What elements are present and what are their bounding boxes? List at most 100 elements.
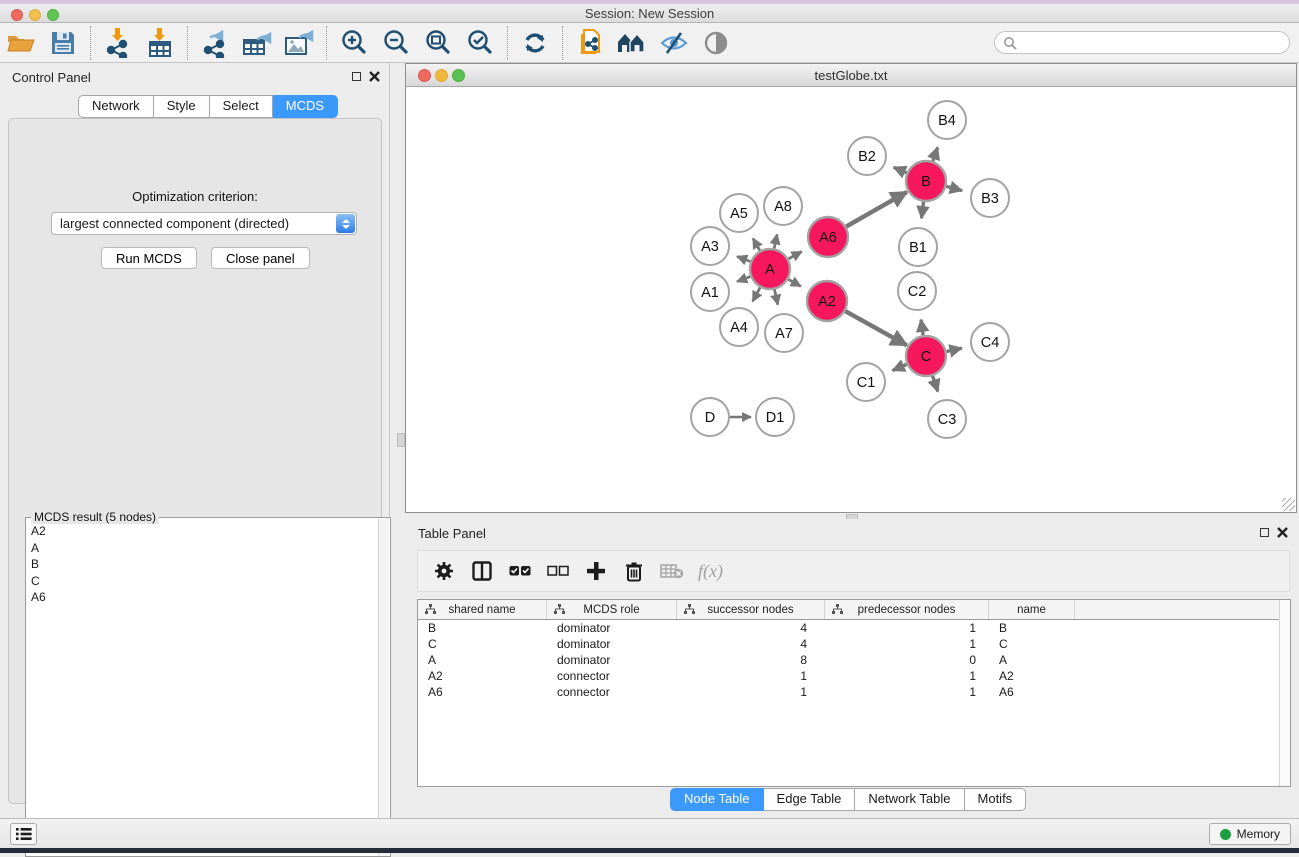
graph-edge-C-C4[interactable] — [947, 348, 962, 351]
new-network-from-selection-icon[interactable] — [569, 26, 611, 60]
graph-edge-A-A5[interactable] — [753, 238, 760, 250]
fx-label: f(x) — [698, 561, 723, 582]
close-panel-button[interactable]: Close panel — [211, 247, 310, 269]
export-image-icon[interactable] — [278, 26, 320, 60]
zoom-in-icon[interactable] — [333, 26, 375, 60]
table-scrollbar[interactable] — [1279, 600, 1290, 786]
mcds-result-item[interactable]: C — [31, 573, 378, 590]
graph-edge-C-C3[interactable] — [933, 376, 938, 392]
hide-panels-icon[interactable] — [653, 26, 695, 60]
column-header-mcds-role[interactable]: MCDS role — [547, 600, 677, 619]
toggle-pane-mode-icon[interactable] — [470, 559, 494, 583]
column-header-filler — [1075, 600, 1290, 619]
tab-edge-table[interactable]: Edge Table — [764, 788, 856, 811]
graph-edge-B-B4[interactable] — [933, 147, 938, 161]
add-column-icon[interactable] — [584, 559, 608, 583]
graph-edge-C-C1[interactable] — [893, 364, 907, 370]
tab-motifs[interactable]: Motifs — [965, 788, 1027, 811]
select-all-icon[interactable] — [508, 559, 532, 583]
delete-table-icon[interactable] — [660, 559, 684, 583]
export-network-icon[interactable] — [194, 26, 236, 60]
graph-edge-A-A2[interactable] — [788, 279, 801, 286]
graph-edge-A-A7[interactable] — [775, 290, 778, 305]
mcds-result-item[interactable]: A2 — [31, 523, 378, 540]
graph-edge-A-A4[interactable] — [753, 288, 760, 302]
table-cell: connector — [547, 684, 677, 700]
import-table-icon[interactable] — [139, 26, 181, 60]
sort-hierarchy-icon — [425, 604, 436, 615]
sort-hierarchy-icon — [554, 604, 565, 615]
memory-button[interactable]: Memory — [1209, 823, 1291, 845]
table-panel: Table Panel f(x) — [391, 519, 1299, 818]
toolbar-separator — [90, 26, 91, 60]
export-table-icon[interactable] — [236, 26, 278, 60]
table-row[interactable]: Adominator80A — [418, 652, 1290, 668]
mcds-tab-content: Optimization criterion: largest connecte… — [8, 118, 382, 804]
tab-network-table[interactable]: Network Table — [855, 788, 964, 811]
float-panel-icon[interactable] — [352, 72, 361, 81]
table-cell: A — [418, 652, 547, 668]
table-row[interactable]: Cdominator41C — [418, 636, 1290, 652]
vertical-splitter-handle[interactable] — [397, 433, 405, 447]
zoom-selected-icon[interactable] — [459, 26, 501, 60]
graph-edge-C-C2[interactable] — [921, 320, 923, 336]
home-view-icon[interactable] — [611, 26, 653, 60]
table-cell-filler — [1075, 668, 1290, 684]
close-panel-icon[interactable] — [369, 71, 380, 82]
graph-edge-A-A3[interactable] — [737, 256, 750, 261]
table-row[interactable]: A2connector11A2 — [418, 668, 1290, 684]
delete-columns-trash-icon[interactable] — [622, 559, 646, 583]
column-header-predecessor-nodes[interactable]: predecessor nodes — [825, 600, 989, 619]
memory-status-icon — [1220, 829, 1231, 840]
refresh-icon[interactable] — [514, 26, 556, 60]
result-scrollbar[interactable] — [378, 519, 389, 855]
network-graph[interactable]: B4B2BB3A8A5A6A3B1AA1C2A2A4A7C4CC1DD1C3 — [406, 87, 1296, 512]
graph-node-label: A6 — [819, 230, 837, 246]
mcds-result-item[interactable]: B — [31, 556, 378, 573]
graph-edge-A6-B[interactable] — [846, 192, 907, 227]
column-header-name[interactable]: name — [989, 600, 1075, 619]
table-row[interactable]: A6connector11A6 — [418, 684, 1290, 700]
tab-style[interactable]: Style — [154, 95, 210, 118]
tab-node-table[interactable]: Node Table — [670, 788, 764, 811]
float-panel-icon[interactable] — [1260, 528, 1269, 537]
table-cell: dominator — [547, 636, 677, 652]
mcds-result-item[interactable]: A — [31, 540, 378, 557]
table-row[interactable]: Bdominator41B — [418, 620, 1290, 636]
tab-network[interactable]: Network — [78, 95, 154, 118]
deselect-all-icon[interactable] — [546, 559, 570, 583]
function-builder-icon[interactable]: f(x) — [698, 559, 723, 583]
run-mcds-button[interactable]: Run MCDS — [101, 247, 197, 269]
show-panel-icon[interactable] — [695, 26, 737, 60]
graph-edge-B-B1[interactable] — [922, 202, 924, 218]
graph-edge-B-B3[interactable] — [946, 186, 962, 190]
mcds-result-item[interactable]: A6 — [31, 589, 378, 606]
zoom-fit-icon[interactable] — [417, 26, 459, 60]
graph-edge-B-B2[interactable] — [894, 167, 907, 173]
graph-edge-A-A8[interactable] — [774, 234, 777, 248]
mcds-result-list: A2ABCA6 — [27, 520, 378, 855]
zoom-out-icon[interactable] — [375, 26, 417, 60]
graph-edge-A-A6[interactable] — [788, 252, 801, 259]
window-resize-grip[interactable] — [1282, 498, 1295, 511]
import-network-icon[interactable] — [97, 26, 139, 60]
tab-select[interactable]: Select — [210, 95, 273, 118]
open-folder-icon[interactable] — [0, 26, 42, 60]
save-icon[interactable] — [42, 26, 84, 60]
graph-edge-A2-C[interactable] — [845, 311, 906, 345]
close-panel-icon[interactable] — [1277, 527, 1288, 538]
graph-node-label: C2 — [908, 284, 927, 300]
criterion-dropdown[interactable]: largest connected component (directed) — [51, 212, 357, 235]
toolbar-separator — [326, 26, 327, 60]
task-history-button[interactable] — [10, 823, 37, 845]
network-window-titlebar[interactable]: testGlobe.txt — [406, 64, 1296, 87]
column-header-shared-name[interactable]: shared name — [418, 600, 547, 619]
table-settings-gear-icon[interactable] — [432, 559, 456, 583]
search-input[interactable] — [1022, 36, 1289, 50]
search-field[interactable] — [994, 31, 1290, 54]
tab-mcds[interactable]: MCDS — [273, 95, 338, 118]
table-tabs: Node Table Edge Table Network Table Moti… — [670, 788, 1026, 811]
column-header-successor-nodes[interactable]: successor nodes — [677, 600, 825, 619]
table-toolbar: f(x) — [417, 550, 1290, 592]
graph-edge-A-A1[interactable] — [737, 277, 750, 282]
